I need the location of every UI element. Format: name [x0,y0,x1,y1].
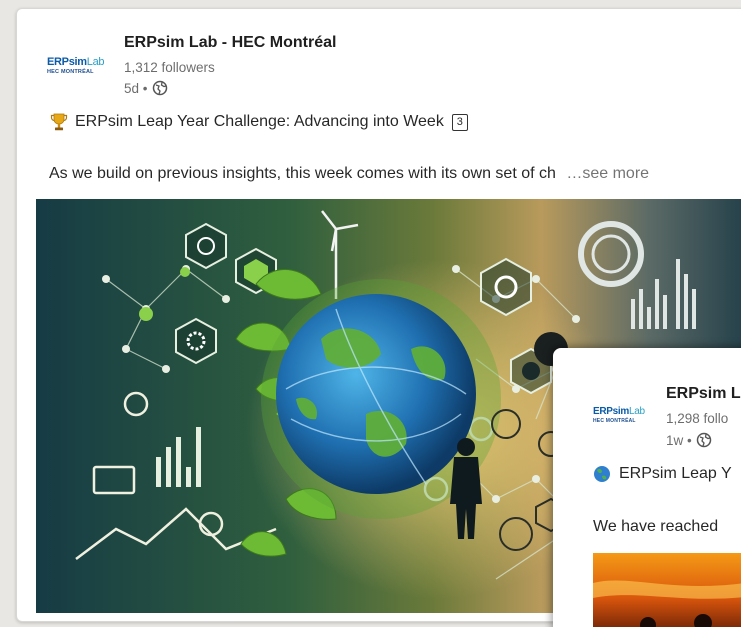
post-body-text: As we build on previous insights, this w… [49,165,556,182]
timestamp-text: 5d • [124,80,148,96]
author-name[interactable]: ERPsim Lab - HEC Montréal [124,34,336,52]
screen: ERPsimLab HEC MONTRÉAL ERPsim Lab - HEC … [0,0,741,627]
overlay-post-card[interactable]: ERPsimLab HEC MONTRÉAL ERPsim L 1,298 fo… [553,348,741,627]
overlay-timestamp: 1w • [666,432,712,448]
keycap-icon: 3 [451,113,468,131]
post-timestamp: 5d • [124,80,168,96]
post-body: As we build on previous insights, this w… [49,165,649,183]
overlay-follower-count: 1,298 follo [666,411,729,426]
overlay-post-image[interactable] [593,553,741,627]
overlay-image-art [593,553,741,627]
earth-icon [594,466,610,482]
see-more-link[interactable]: …see more [566,165,649,182]
overlay-timestamp-text: 1w • [666,432,692,448]
overlay-body-text: We have reached [593,518,719,535]
overlay-headline: ERPsim Leap Y [593,465,732,483]
overlay-logo-subtitle: HEC MONTRÉAL [593,418,636,424]
overlay-logo-wordmark: ERPsimLab [593,406,645,417]
overlay-headline-text: ERPsim Leap Y [619,465,732,482]
post-headline: ERPsim Leap Year Challenge: Advancing in… [49,112,468,132]
headline-text: ERPsim Leap Year Challenge: Advancing in… [75,113,444,130]
company-logo[interactable]: ERPsimLab HEC MONTRÉAL [47,45,111,85]
globe-icon [152,80,167,96]
follower-count: 1,312 followers [124,60,215,75]
post-header: ERPsimLab HEC MONTRÉAL ERPsim Lab - HEC … [17,9,741,105]
trophy-icon [50,113,68,131]
overlay-company-logo[interactable]: ERPsimLab HEC MONTRÉAL [593,400,653,430]
logo-subtitle: HEC MONTRÉAL [47,68,94,75]
globe-icon [696,432,711,448]
logo-wordmark: ERPsimLab [47,55,105,68]
overlay-author-name[interactable]: ERPsim L [666,385,741,403]
